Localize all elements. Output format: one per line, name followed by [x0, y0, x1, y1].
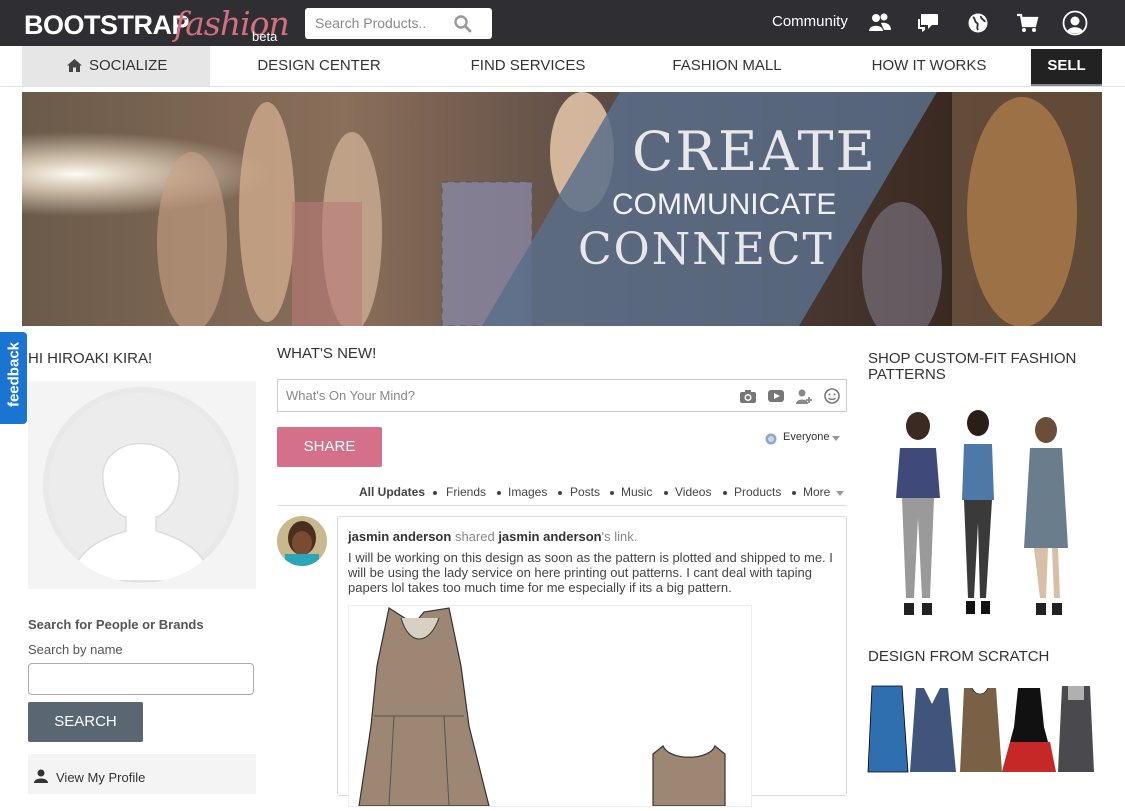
people-search-label: Search by name — [28, 642, 123, 657]
logo-beta-text: beta — [252, 29, 278, 44]
status-composer — [277, 379, 847, 412]
banner-image — [22, 92, 1102, 326]
filter-products[interactable]: Products — [734, 485, 781, 499]
separator-dot — [792, 491, 796, 495]
banner-text-connect: CONNECT — [578, 224, 834, 275]
separator-dot — [610, 491, 614, 495]
status-input[interactable] — [286, 388, 666, 403]
top-bar: BOOTSTRAP fashion beta Community — [0, 0, 1125, 46]
people-icon[interactable] — [867, 10, 893, 36]
feedback-label: feedback — [5, 341, 23, 408]
nav-sell[interactable]: SELL — [1031, 49, 1102, 86]
patterns-models-image[interactable] — [868, 408, 1098, 623]
separator-dot — [723, 491, 727, 495]
people-search-title: Search for People or Brands — [28, 617, 204, 632]
feed-filter-bar: All Updates Friends Images Posts Music V… — [277, 485, 847, 506]
filter-friends[interactable]: Friends — [446, 485, 486, 499]
greeting: HI HIROAKI KIRA! — [28, 350, 153, 367]
globe-icon[interactable] — [965, 10, 991, 36]
filter-more[interactable]: More — [803, 485, 830, 499]
nav-label: SOCIALIZE — [89, 57, 168, 74]
logo-text: BOOTSTRAP — [24, 10, 190, 40]
search-input[interactable] — [315, 15, 450, 31]
design-from-scratch-heading: DESIGN FROM SCRATCH — [868, 648, 1050, 665]
filter-all-updates[interactable]: All Updates — [359, 485, 425, 499]
filter-images[interactable]: Images — [508, 485, 547, 499]
people-search-input[interactable] — [28, 663, 254, 695]
chevron-down-icon — [832, 436, 840, 441]
banner-text-create: CREATE — [632, 120, 877, 183]
filter-music[interactable]: Music — [621, 485, 652, 499]
post-suffix: 's link. — [601, 529, 638, 544]
user-account-icon[interactable] — [1062, 10, 1088, 36]
video-icon[interactable] — [767, 388, 785, 404]
post-author-link[interactable]: jasmin anderson — [348, 529, 451, 544]
nav-socialize[interactable]: SOCIALIZE — [22, 46, 210, 86]
post-author-avatar[interactable] — [277, 516, 327, 566]
banner-text-communicate: COMMUNICATE — [612, 188, 837, 221]
nav-design-center[interactable]: DESIGN CENTER — [240, 46, 398, 86]
shop-patterns-heading: SHOP CUSTOM-FIT FASHION PATTERNS — [868, 350, 1077, 383]
post-header: jasmin anderson shared jasmin anderson's… — [348, 529, 637, 544]
post-text: I will be working on this design as soon… — [348, 550, 833, 595]
whats-new-heading: WHAT'S NEW! — [277, 345, 377, 362]
chat-icon[interactable] — [915, 10, 941, 36]
avatar-placeholder-icon[interactable] — [28, 381, 256, 589]
emoji-icon[interactable] — [823, 388, 841, 404]
search-box — [305, 8, 492, 39]
camera-icon[interactable] — [739, 388, 757, 404]
cart-icon[interactable] — [1014, 10, 1040, 36]
dress-sketches-illustration — [867, 685, 1094, 773]
people-search-button[interactable]: SEARCH — [28, 702, 143, 742]
tag-person-icon[interactable] — [795, 388, 813, 404]
nav-find-services[interactable]: FIND SERVICES — [448, 46, 608, 86]
chevron-down-icon — [836, 491, 844, 496]
search-icon[interactable] — [453, 14, 473, 34]
audience-label: Everyone — [783, 431, 830, 443]
dress-sketch-image — [358, 607, 726, 807]
separator-dot — [497, 491, 501, 495]
main-nav: SOCIALIZE DESIGN CENTER FIND SERVICES FA… — [0, 46, 1125, 87]
nav-how-it-works[interactable]: HOW IT WORKS — [852, 46, 1006, 86]
share-button[interactable]: SHARE — [277, 427, 382, 467]
post-target-link[interactable]: jasmin anderson — [498, 529, 601, 544]
community-link[interactable]: Community — [772, 13, 848, 30]
design-dresses-image[interactable] — [864, 682, 1096, 777]
post-action: shared — [454, 529, 495, 544]
filter-videos[interactable]: Videos — [675, 485, 711, 499]
filter-posts[interactable]: Posts — [570, 485, 600, 499]
hero-banner: CREATE COMMUNICATE CONNECT — [22, 92, 1102, 326]
separator-dot — [664, 491, 668, 495]
feedback-tab[interactable]: feedback — [0, 332, 27, 424]
view-profile-link[interactable]: View My Profile — [28, 754, 256, 794]
person-icon — [34, 769, 48, 783]
avatar — [277, 516, 327, 566]
home-icon — [67, 59, 82, 72]
globe-small-icon — [765, 433, 777, 445]
post-image[interactable] — [348, 605, 752, 807]
separator-dot — [558, 491, 562, 495]
nav-fashion-mall[interactable]: FASHION MALL — [652, 46, 802, 86]
feed-post: jasmin anderson shared jasmin anderson's… — [337, 516, 847, 807]
profile-avatar-box — [28, 381, 256, 589]
fashion-models-illustration — [896, 410, 1068, 615]
separator-dot — [433, 491, 437, 495]
